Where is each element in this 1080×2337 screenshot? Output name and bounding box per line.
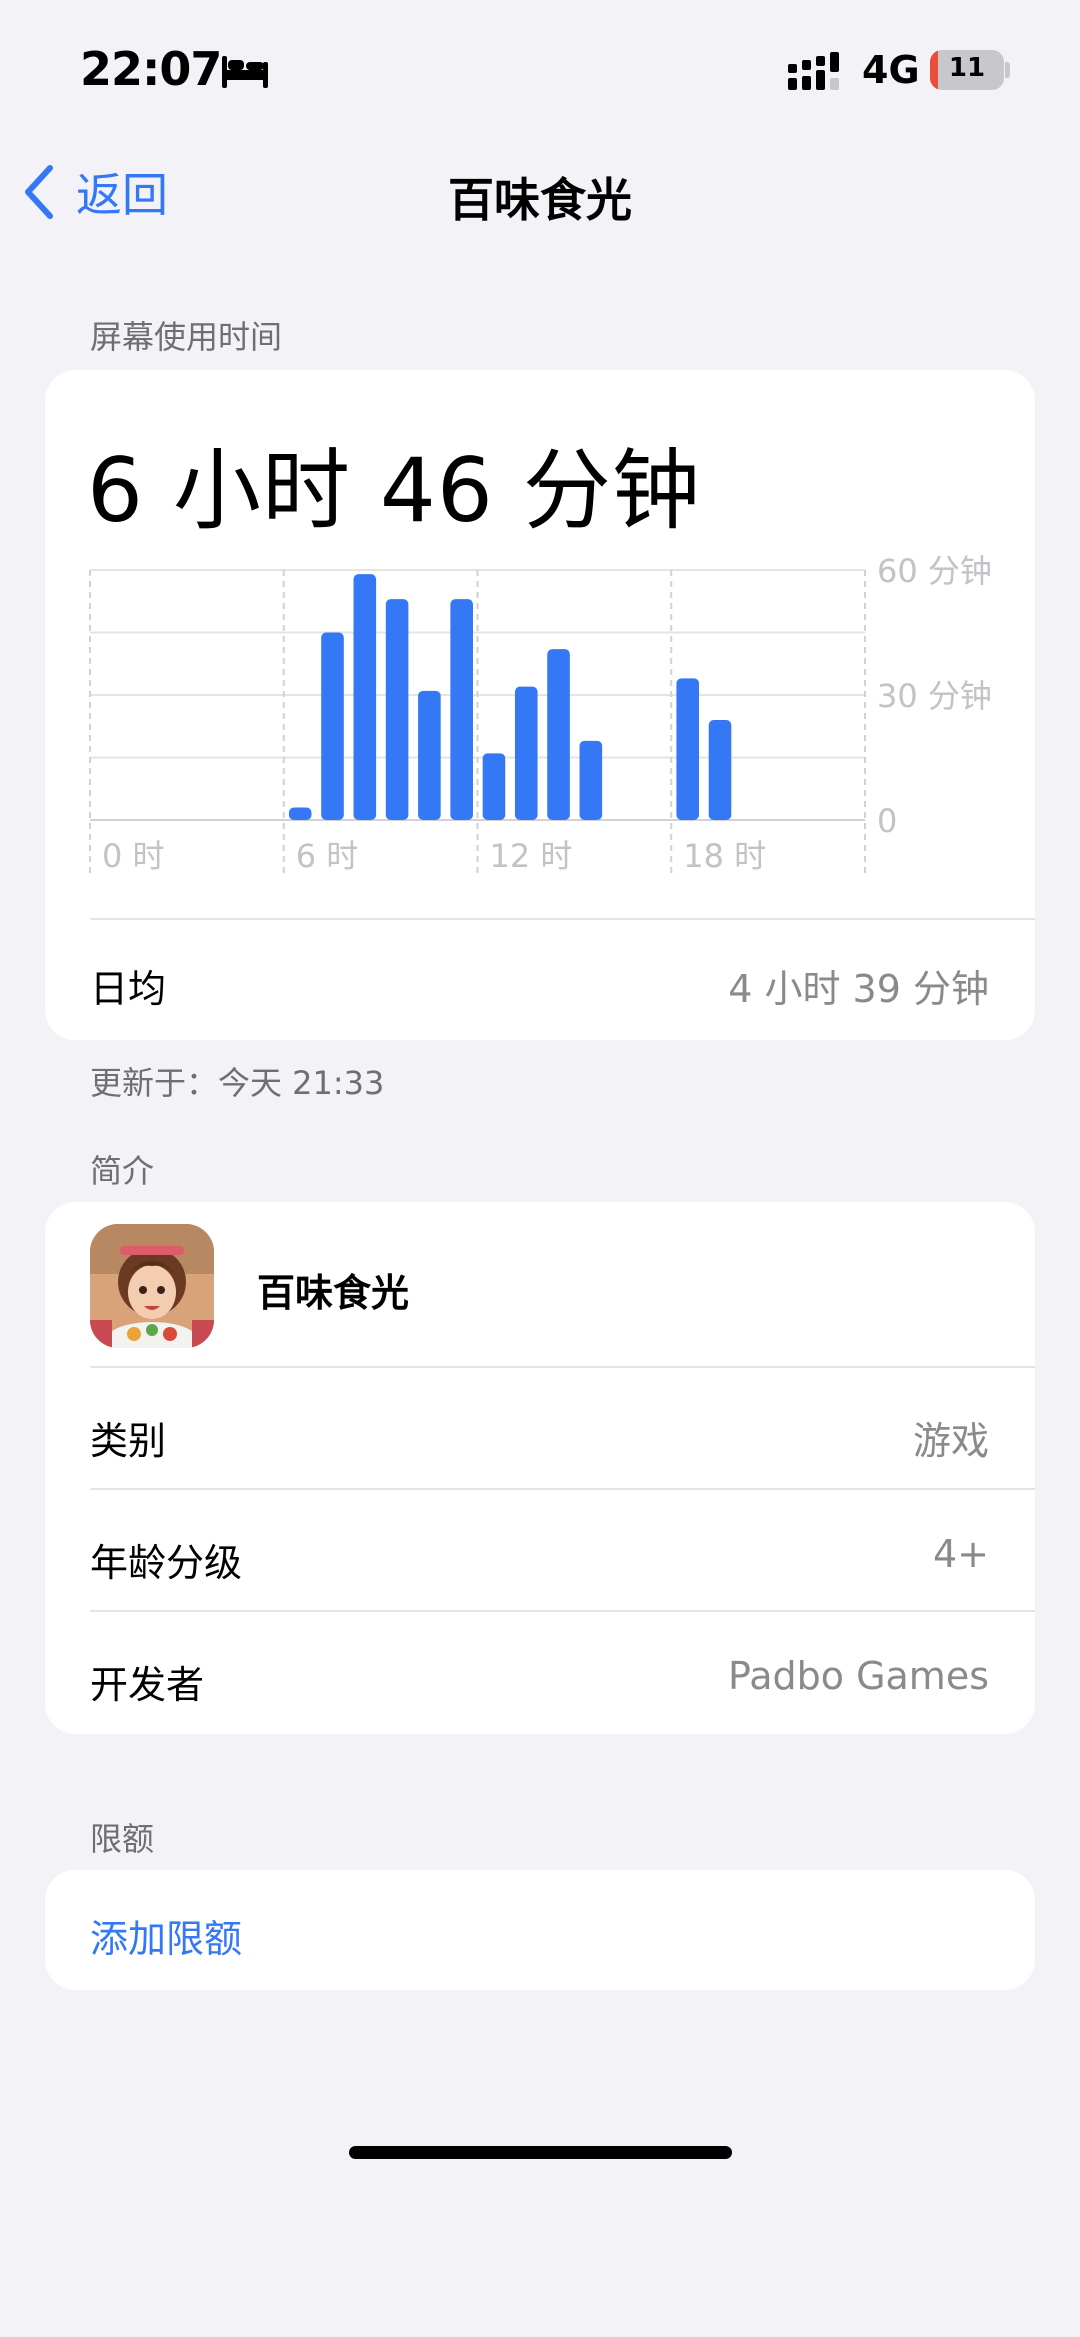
developer-value: Padbo Games: [728, 1654, 989, 1698]
battery-cap: [1005, 62, 1010, 78]
developer-label: 开发者: [90, 1663, 205, 1707]
chart-bar: [579, 740, 603, 820]
chart-x-tick-label: 6 时: [296, 837, 359, 875]
chart-bar: [450, 599, 473, 820]
chart-bar: [385, 599, 409, 820]
intro-card: 百味食光 类别 游戏 年龄分级 4+ 开发者 Padbo Games: [45, 1202, 1035, 1734]
daily-average-value: 4 小时 39 分钟: [728, 967, 989, 1011]
page-title: 百味食光: [448, 173, 632, 227]
chart-bar: [547, 649, 570, 820]
chart-y-tick-label: 0: [877, 802, 897, 840]
status-time: 22:07: [80, 42, 222, 96]
screen-time-card: 6 小时 46 分钟 0 时6 时 12 时 18 时 60 分钟 30 分钟 0 日均 …: [45, 370, 1035, 1040]
updated-time: 更新于：今天 21:33: [90, 1064, 385, 1102]
age-rating-value: 4+: [932, 1532, 989, 1576]
chart-x-tick-label: 18 时: [683, 837, 766, 875]
chart-bar: [708, 720, 732, 820]
signal-icon: [788, 52, 839, 90]
chart-x-tick-label: 0 时: [102, 837, 165, 875]
usage-chart: 0 时 6 时 12 时 18 时 60 分钟 30 分钟 0: [89, 552, 992, 875]
divider: [90, 1610, 1035, 1612]
chart-bar: [676, 678, 700, 820]
chart-y-tick-label: 30 分钟: [877, 677, 992, 715]
battery-percent: 11: [948, 53, 986, 83]
divider: [90, 1488, 1035, 1490]
battery-icon: 11: [930, 50, 1004, 90]
network-type: 4G: [862, 48, 920, 92]
bed-icon: [222, 56, 268, 88]
home-indicator[interactable]: [349, 2146, 732, 2159]
daily-average-label: 日均: [90, 967, 167, 1011]
chart-bar: [288, 807, 312, 820]
chart-bar: [353, 574, 377, 820]
chart-x-tick-label: 12 时: [490, 837, 573, 875]
chart-bar: [321, 632, 344, 820]
category-label: 类别: [90, 1419, 167, 1463]
limits-card: 添加限额: [45, 1870, 1035, 1990]
app-icon: [90, 1224, 214, 1348]
app-name: 百味食光: [257, 1271, 410, 1315]
add-limit-button[interactable]: 添加限额: [90, 1908, 242, 1963]
category-value: 游戏: [912, 1419, 989, 1463]
chart-bar: [482, 753, 506, 820]
age-rating-label: 年龄分级: [90, 1541, 243, 1585]
screen-time-section-label: 屏幕使用时间: [90, 318, 283, 356]
chart-bar: [514, 686, 538, 820]
intro-section-label: 简介: [90, 1152, 155, 1190]
limits-section-label: 限额: [90, 1820, 155, 1858]
divider: [90, 1366, 1035, 1368]
chart-y-tick-label: 60 分钟: [877, 552, 992, 590]
chart-bar: [418, 690, 441, 820]
divider: [90, 918, 1035, 920]
